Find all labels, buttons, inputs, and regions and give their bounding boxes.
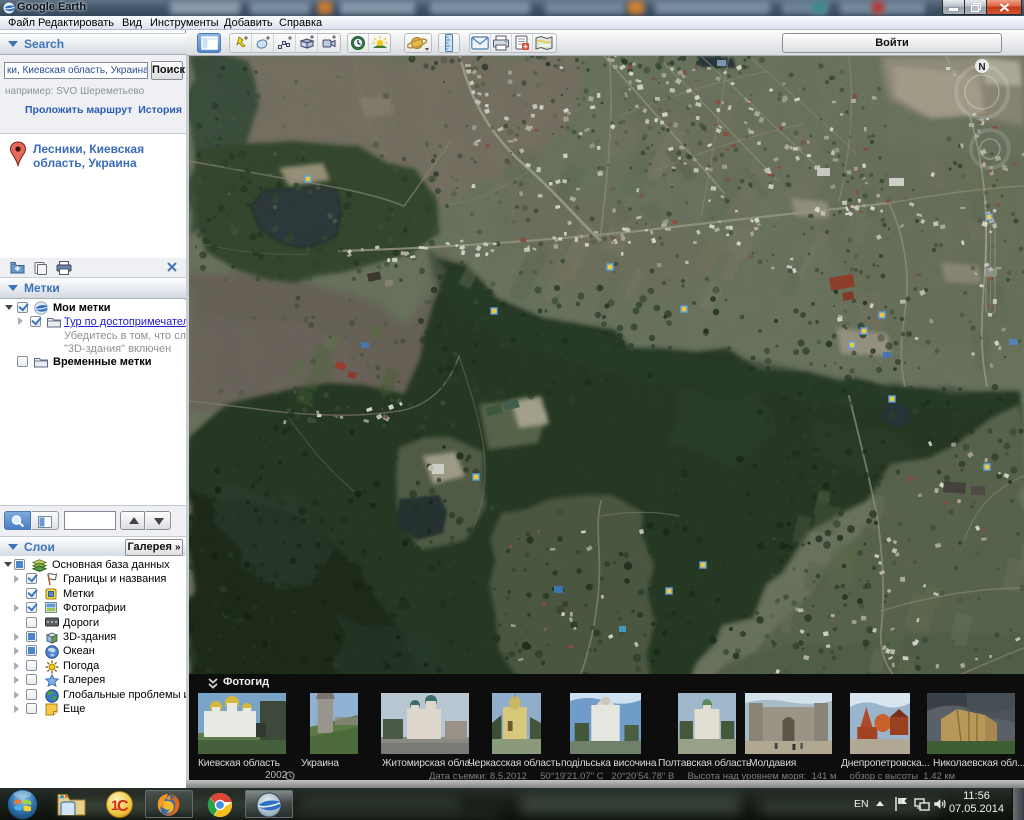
svg-text:C: C xyxy=(117,798,129,815)
svg-text:N: N xyxy=(978,62,985,73)
